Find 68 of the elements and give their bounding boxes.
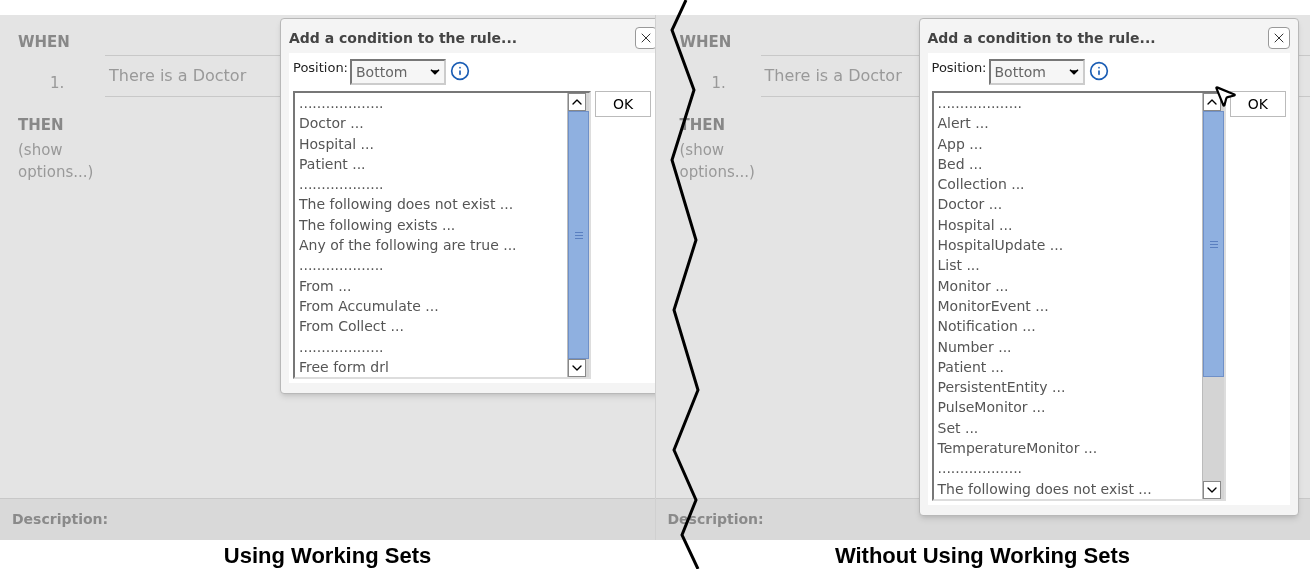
list-option[interactable]: Collection ... <box>937 174 1203 195</box>
list-option[interactable]: From Collect ... <box>299 316 567 337</box>
position-label: Position: <box>293 59 348 77</box>
list-option[interactable]: Monitor ... <box>937 275 1203 296</box>
close-button[interactable] <box>1267 27 1290 49</box>
ok-button[interactable]: OK <box>595 91 651 117</box>
list-option[interactable]: The following exists ... <box>299 214 567 236</box>
when-label: WHEN <box>679 32 733 53</box>
list-option[interactable]: Hospital ... <box>937 214 1203 236</box>
list-option[interactable]: TemperatureMonitor ... <box>937 438 1203 459</box>
list-option[interactable]: ................... <box>299 336 567 357</box>
ok-button[interactable]: OK <box>1230 91 1286 117</box>
condition-listbox[interactable] <box>931 91 1227 501</box>
list-option[interactable]: ................... <box>937 458 1203 479</box>
list-option[interactable]: List ... <box>937 255 1203 276</box>
list-option[interactable]: ................... <box>299 174 567 195</box>
list-option[interactable]: Number ... <box>937 336 1203 357</box>
list-option[interactable]: Doctor ... <box>299 113 567 134</box>
dialog-title: Add a condition to the rule... <box>927 28 1156 48</box>
list-option[interactable]: App ... <box>937 133 1203 154</box>
then-label: THEN <box>18 115 65 136</box>
scroll-up-icon <box>1203 93 1222 111</box>
list-option[interactable]: Doctor ... <box>937 194 1203 215</box>
list-option[interactable]: ................... <box>299 93 567 114</box>
scroll-up-icon <box>568 93 586 111</box>
list-option[interactable]: Any of the following are true ... <box>299 235 567 256</box>
condition-listbox[interactable] <box>293 91 591 380</box>
scrollbar[interactable] <box>567 93 589 378</box>
scroll-thumb[interactable] <box>1203 111 1225 378</box>
list-option[interactable]: Bed ... <box>937 153 1203 175</box>
info-icon[interactable] <box>450 61 470 81</box>
list-option[interactable]: Free form drl <box>299 356 567 378</box>
list-option[interactable]: ................... <box>299 255 567 276</box>
rule-number: 1. <box>711 72 727 94</box>
list-option[interactable]: Patient ... <box>299 153 567 175</box>
list-option[interactable]: Alert ... <box>937 113 1203 134</box>
list-option[interactable]: PersistentEntity ... <box>937 377 1203 398</box>
caption: Without Using Working Sets <box>834 543 1131 569</box>
rule-condition-text: There is a Doctor <box>109 65 247 87</box>
position-label: Position: <box>931 59 987 77</box>
rule-condition-text: There is a Doctor <box>764 65 902 87</box>
list-option[interactable]: ................... <box>937 93 1203 114</box>
when-label: WHEN <box>18 32 71 53</box>
position-select[interactable]: Bottom <box>350 59 446 85</box>
list-option[interactable]: Set ... <box>937 417 1203 439</box>
list-option[interactable]: Notification ... <box>937 316 1203 337</box>
list-option[interactable]: PulseMonitor ... <box>937 397 1203 418</box>
position-select[interactable]: Bottom <box>988 59 1085 85</box>
dialog-title: Add a condition to the rule... <box>289 28 518 48</box>
list-option[interactable]: HospitalUpdate ... <box>937 235 1203 256</box>
scroll-thumb[interactable] <box>568 111 589 360</box>
scroll-down-icon <box>1203 480 1222 499</box>
list-option[interactable]: The following does not exist ... <box>299 194 567 215</box>
list-option[interactable]: Hospital ... <box>299 133 567 154</box>
scroll-down-icon <box>568 359 586 378</box>
list-option[interactable]: From ... <box>299 275 567 296</box>
caption: Using Working Sets <box>223 543 432 569</box>
description-label: Description: <box>12 510 109 529</box>
grip-icon <box>574 231 583 239</box>
list-option[interactable]: The following does not exist ... <box>937 478 1203 499</box>
list-option[interactable]: MonitorEvent ... <box>937 295 1203 317</box>
list-option[interactable]: From Accumulate ... <box>299 295 567 317</box>
rule-number: 1. <box>50 72 66 94</box>
close-button[interactable] <box>635 27 657 49</box>
scrollbar[interactable] <box>1202 93 1225 499</box>
grip-icon <box>1209 240 1218 248</box>
list-option[interactable]: Patient ... <box>937 356 1203 378</box>
info-icon[interactable] <box>1088 61 1109 81</box>
